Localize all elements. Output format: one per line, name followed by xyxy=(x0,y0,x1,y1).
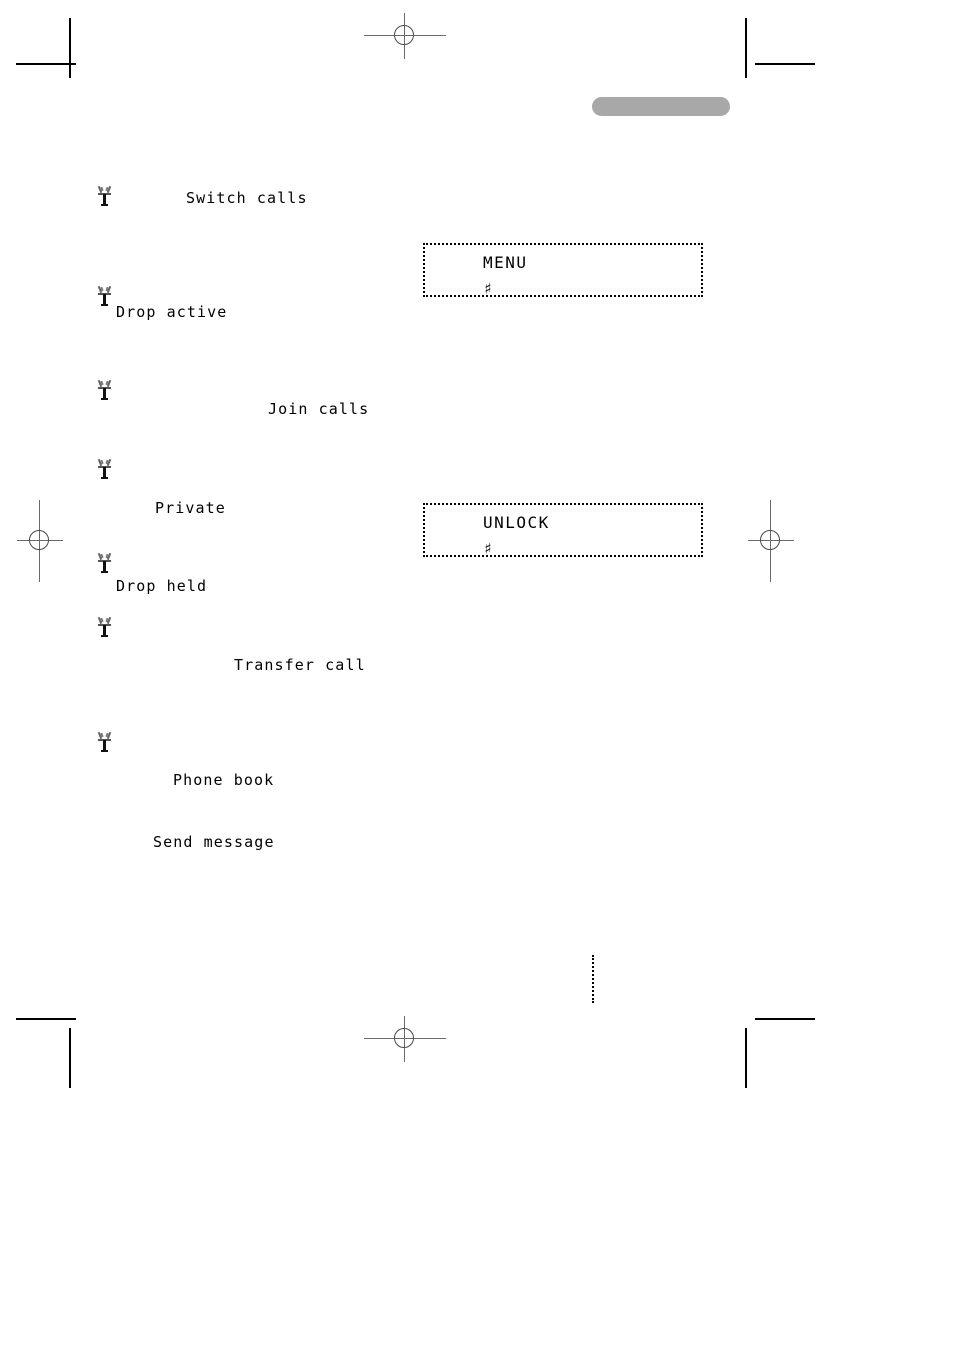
antenna-base xyxy=(101,204,108,206)
registration-mark-bottom xyxy=(364,1016,446,1062)
antenna-base xyxy=(101,750,108,752)
antenna-base xyxy=(101,477,108,479)
registration-ring xyxy=(394,1028,414,1048)
crop-mark-top-left-vertical xyxy=(69,18,71,78)
menu-label-private: Private xyxy=(155,499,226,517)
antenna-tick-left xyxy=(100,380,104,386)
header-tab xyxy=(592,97,730,116)
antenna-icon xyxy=(97,285,113,308)
crop-mark-top-left-horizontal xyxy=(16,63,76,65)
antenna-tick-left xyxy=(100,617,104,623)
crop-mark-bottom-left-horizontal xyxy=(16,1018,76,1020)
menu-display-line-2: ♯ xyxy=(483,279,495,298)
antenna-tick-left xyxy=(100,286,104,292)
menu-label-switch-calls: Switch calls xyxy=(186,189,308,207)
menu-label-phone-book: Phone book xyxy=(173,771,275,789)
registration-ring xyxy=(760,530,780,550)
menu-label-send-message: Send message xyxy=(153,833,275,851)
crop-mark-bottom-left-vertical xyxy=(69,1028,71,1088)
antenna-icon xyxy=(97,731,113,754)
menu-label-drop-held: Drop held xyxy=(116,577,208,595)
crop-mark-bottom-right-horizontal xyxy=(755,1018,815,1020)
antenna-tick-left xyxy=(100,553,104,559)
antenna-icon xyxy=(97,552,113,575)
antenna-tick-left xyxy=(100,459,104,465)
unlock-display-line-1: UNLOCK xyxy=(483,513,550,532)
registration-mark-top xyxy=(364,13,446,59)
registration-ring xyxy=(394,25,414,45)
crop-mark-top-right-horizontal xyxy=(755,63,815,65)
antenna-tick-left xyxy=(100,732,104,738)
antenna-base xyxy=(101,635,108,637)
antenna-icon xyxy=(97,379,113,402)
menu-label-drop-active: Drop active xyxy=(116,303,228,321)
unlock-display: UNLOCK ♯ xyxy=(423,503,703,558)
menu-label-join-calls: Join calls xyxy=(268,400,370,418)
antenna-icon xyxy=(97,185,113,208)
registration-ring xyxy=(29,530,49,550)
antenna-icon xyxy=(97,616,113,639)
antenna-tick-left xyxy=(100,186,104,192)
menu-display: MENU ♯ xyxy=(423,243,703,298)
antenna-base xyxy=(101,398,108,400)
page-canvas: Switch calls Drop active Join calls Priv… xyxy=(0,0,954,1351)
registration-mark-right xyxy=(748,500,794,582)
registration-mark-left xyxy=(17,500,63,582)
menu-display-line-1: MENU xyxy=(483,253,528,272)
margin-dot-rule xyxy=(592,955,594,1003)
menu-label-transfer-call: Transfer call xyxy=(234,656,366,674)
unlock-display-line-2: ♯ xyxy=(483,539,495,558)
antenna-base xyxy=(101,571,108,573)
antenna-base xyxy=(101,304,108,306)
antenna-icon xyxy=(97,458,113,481)
crop-mark-top-right-vertical xyxy=(745,18,747,78)
crop-mark-bottom-right-vertical xyxy=(745,1028,747,1088)
